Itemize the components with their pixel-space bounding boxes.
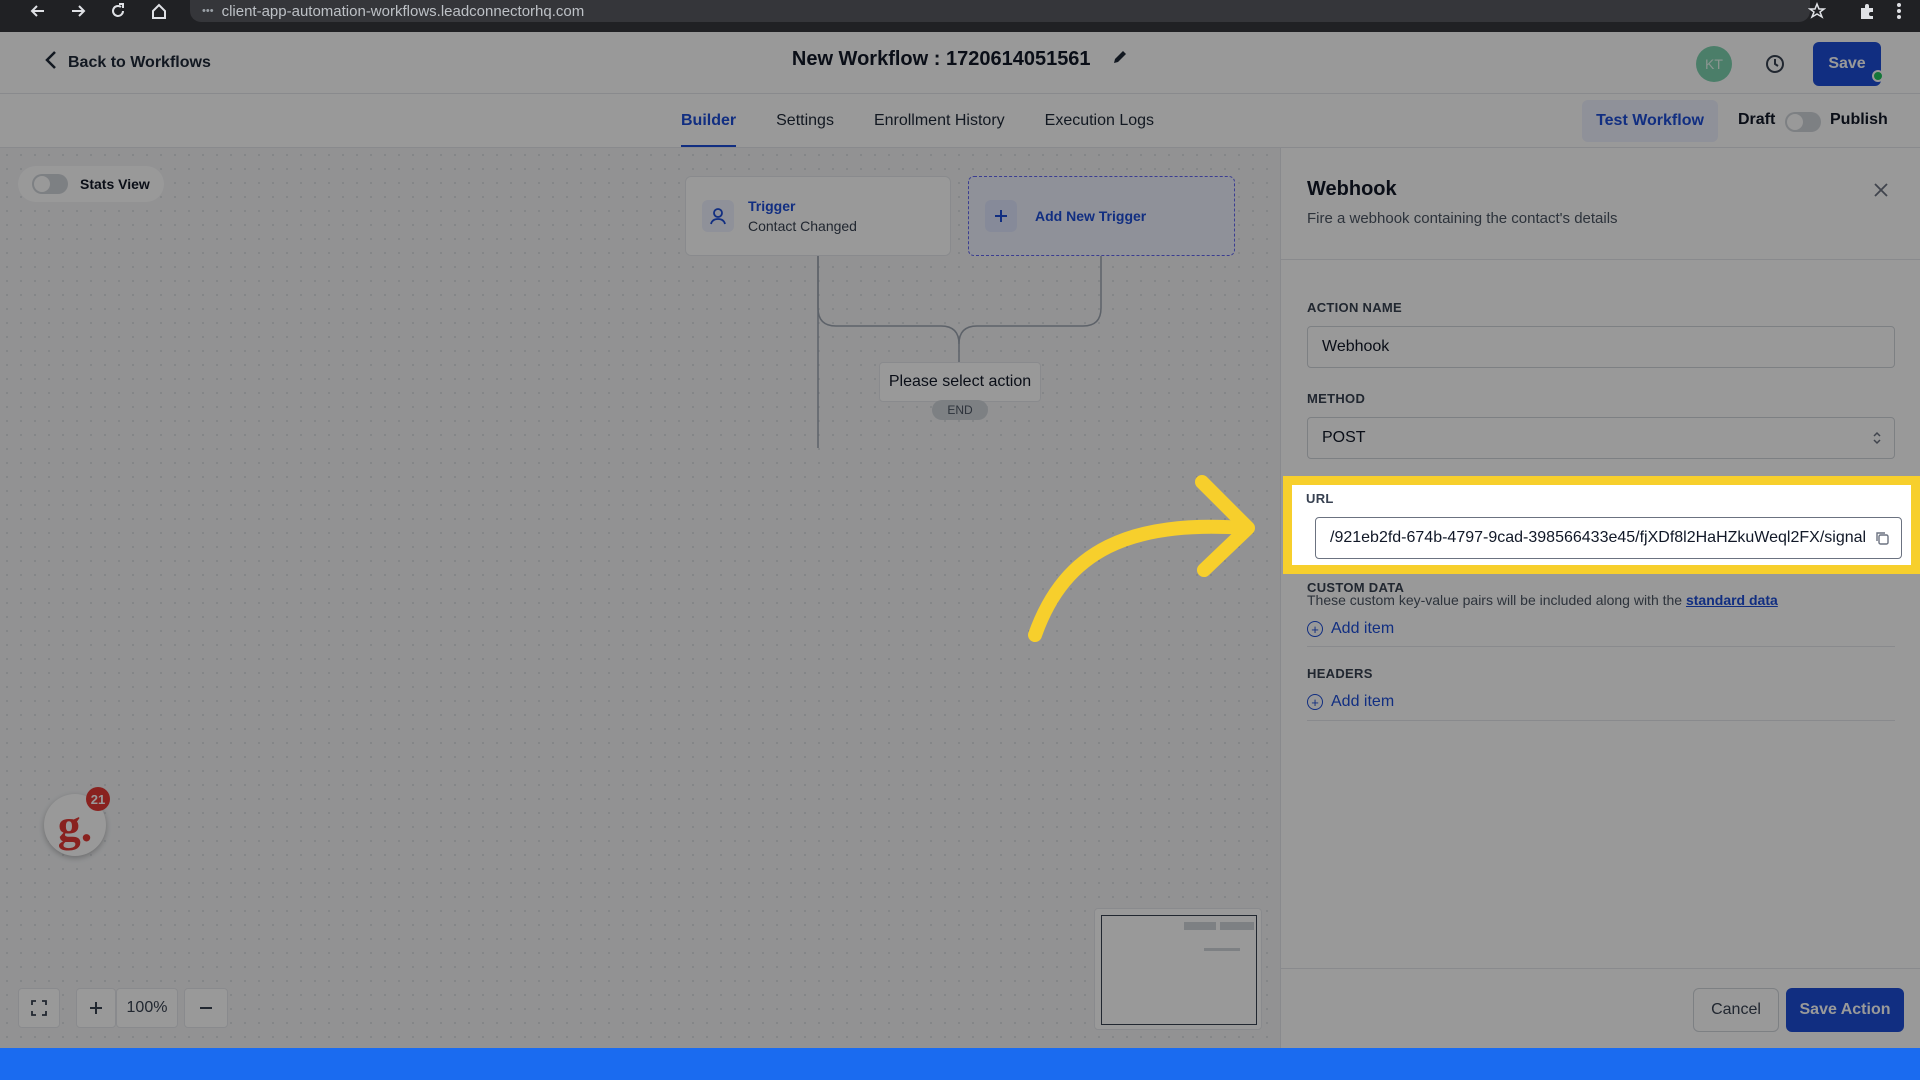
copy-icon[interactable] <box>1871 527 1893 549</box>
tab-execution-logs[interactable]: Execution Logs <box>1045 94 1154 148</box>
tab-bar: Builder Settings Enrollment History Exec… <box>0 94 1920 148</box>
status-dot <box>1872 70 1884 82</box>
minimap-node <box>1204 948 1240 951</box>
divider <box>1307 720 1895 721</box>
select-action-node[interactable]: Please select action <box>879 362 1041 402</box>
action-name-label: ACTION NAME <box>1307 300 1403 315</box>
avatar[interactable]: KT <box>1696 46 1732 82</box>
extensions-puzzle-icon[interactable] <box>1858 0 1876 22</box>
url-highlight-box: URL /921eb2fd-674b-4797-9cad-398566433e4… <box>1283 476 1920 574</box>
reload-icon[interactable] <box>107 0 129 22</box>
test-workflow-button[interactable]: Test Workflow <box>1582 100 1718 142</box>
trigger-card[interactable]: Trigger Contact Changed <box>685 176 951 256</box>
method-label: METHOD <box>1307 391 1366 406</box>
back-link-label: Back to Workflows <box>68 53 211 71</box>
panel-header: Webhook Fire a webhook containing the co… <box>1281 148 1920 260</box>
add-header-item[interactable]: + Add item <box>1307 693 1394 711</box>
zoom-out-button[interactable] <box>184 988 228 1028</box>
url-label: URL <box>1306 491 1334 506</box>
save-action-button[interactable]: Save Action <box>1786 988 1904 1032</box>
trigger-title: Trigger <box>748 198 796 214</box>
address-text: client-app-automation-workflows.leadconn… <box>221 2 585 20</box>
tab-enrollment-history[interactable]: Enrollment History <box>874 94 1005 148</box>
notification-badge: 21 <box>86 787 110 811</box>
add-item-label: Add item <box>1331 693 1395 710</box>
publish-toggle[interactable] <box>1785 112 1821 132</box>
history-clock-icon[interactable] <box>1760 49 1790 79</box>
action-name-input[interactable]: Webhook <box>1307 326 1895 368</box>
end-node: END <box>932 400 988 420</box>
home-icon[interactable] <box>148 0 170 22</box>
url-value: /921eb2fd-674b-4797-9cad-398566433e45/fj… <box>1330 529 1867 546</box>
tab-settings[interactable]: Settings <box>776 94 834 148</box>
bookmark-star-icon[interactable] <box>1808 0 1826 22</box>
cancel-button[interactable]: Cancel <box>1693 988 1779 1032</box>
minimap-node <box>1220 922 1254 930</box>
workflow-title-text: New Workflow : 1720614051561 <box>791 48 1091 70</box>
save-button[interactable]: Save <box>1813 42 1881 86</box>
trigger-subtitle: Contact Changed <box>748 218 857 234</box>
tab-builder[interactable]: Builder <box>681 94 737 148</box>
url-input[interactable]: /921eb2fd-674b-4797-9cad-398566433e45/fj… <box>1315 517 1902 559</box>
site-info-icon[interactable]: ••• <box>202 5 214 17</box>
zoom-level: 100% <box>116 988 178 1028</box>
draft-label: Draft <box>1738 111 1776 128</box>
add-custom-data-item[interactable]: + Add item <box>1307 620 1394 638</box>
method-select[interactable]: POST <box>1307 417 1895 459</box>
method-value: POST <box>1322 429 1366 446</box>
browser-menu-icon[interactable] <box>1896 0 1902 22</box>
browser-toolbar: ••• client-app-automation-workflows.lead… <box>0 0 1920 32</box>
pencil-icon[interactable] <box>1112 48 1128 71</box>
close-icon[interactable] <box>1869 178 1893 202</box>
minimap-node <box>1184 922 1216 930</box>
custom-data-help: These custom key-value pairs will be inc… <box>1307 592 1778 608</box>
plus-circle-icon: + <box>1307 694 1323 710</box>
back-to-workflows-link[interactable]: Back to Workflows <box>44 50 211 75</box>
workflow-title: New Workflow : 1720614051561 <box>0 48 1920 71</box>
panel-footer: Cancel Save Action <box>1281 968 1920 1048</box>
workflow-tabs: Builder Settings Enrollment History Exec… <box>681 94 1154 148</box>
bottom-bar <box>0 1048 1920 1080</box>
standard-data-link[interactable]: standard data <box>1686 592 1778 608</box>
chevron-updown-icon <box>1872 429 1882 452</box>
app-header: Back to Workflows New Workflow : 1720614… <box>0 32 1920 94</box>
panel-subtitle: Fire a webhook containing the contact's … <box>1307 210 1618 227</box>
panel-title: Webhook <box>1307 178 1397 200</box>
plus-icon <box>985 200 1017 232</box>
publish-label: Publish <box>1830 111 1888 128</box>
divider <box>1307 646 1895 647</box>
chevron-left-icon <box>44 50 58 75</box>
contact-users-icon <box>702 200 734 232</box>
plus-circle-icon: + <box>1307 621 1323 637</box>
add-item-label: Add item <box>1331 620 1395 637</box>
minimap[interactable] <box>1094 908 1262 1030</box>
fullscreen-icon[interactable] <box>18 988 60 1028</box>
add-trigger-label: Add New Trigger <box>1035 208 1147 224</box>
back-arrow-icon[interactable] <box>27 0 49 22</box>
minimap-viewport[interactable] <box>1101 915 1257 1025</box>
custom-data-help-text: These custom key-value pairs will be inc… <box>1307 592 1683 608</box>
action-side-panel: Webhook Fire a webhook containing the co… <box>1280 148 1920 1048</box>
headers-label: HEADERS <box>1307 666 1373 681</box>
address-bar[interactable]: ••• client-app-automation-workflows.lead… <box>190 0 1810 22</box>
zoom-controls: 100% <box>18 988 228 1028</box>
forward-arrow-icon[interactable] <box>67 0 89 22</box>
add-new-trigger-button[interactable]: Add New Trigger <box>968 176 1235 256</box>
yellow-arrow-icon <box>1028 475 1255 642</box>
zoom-in-button[interactable] <box>76 988 116 1028</box>
